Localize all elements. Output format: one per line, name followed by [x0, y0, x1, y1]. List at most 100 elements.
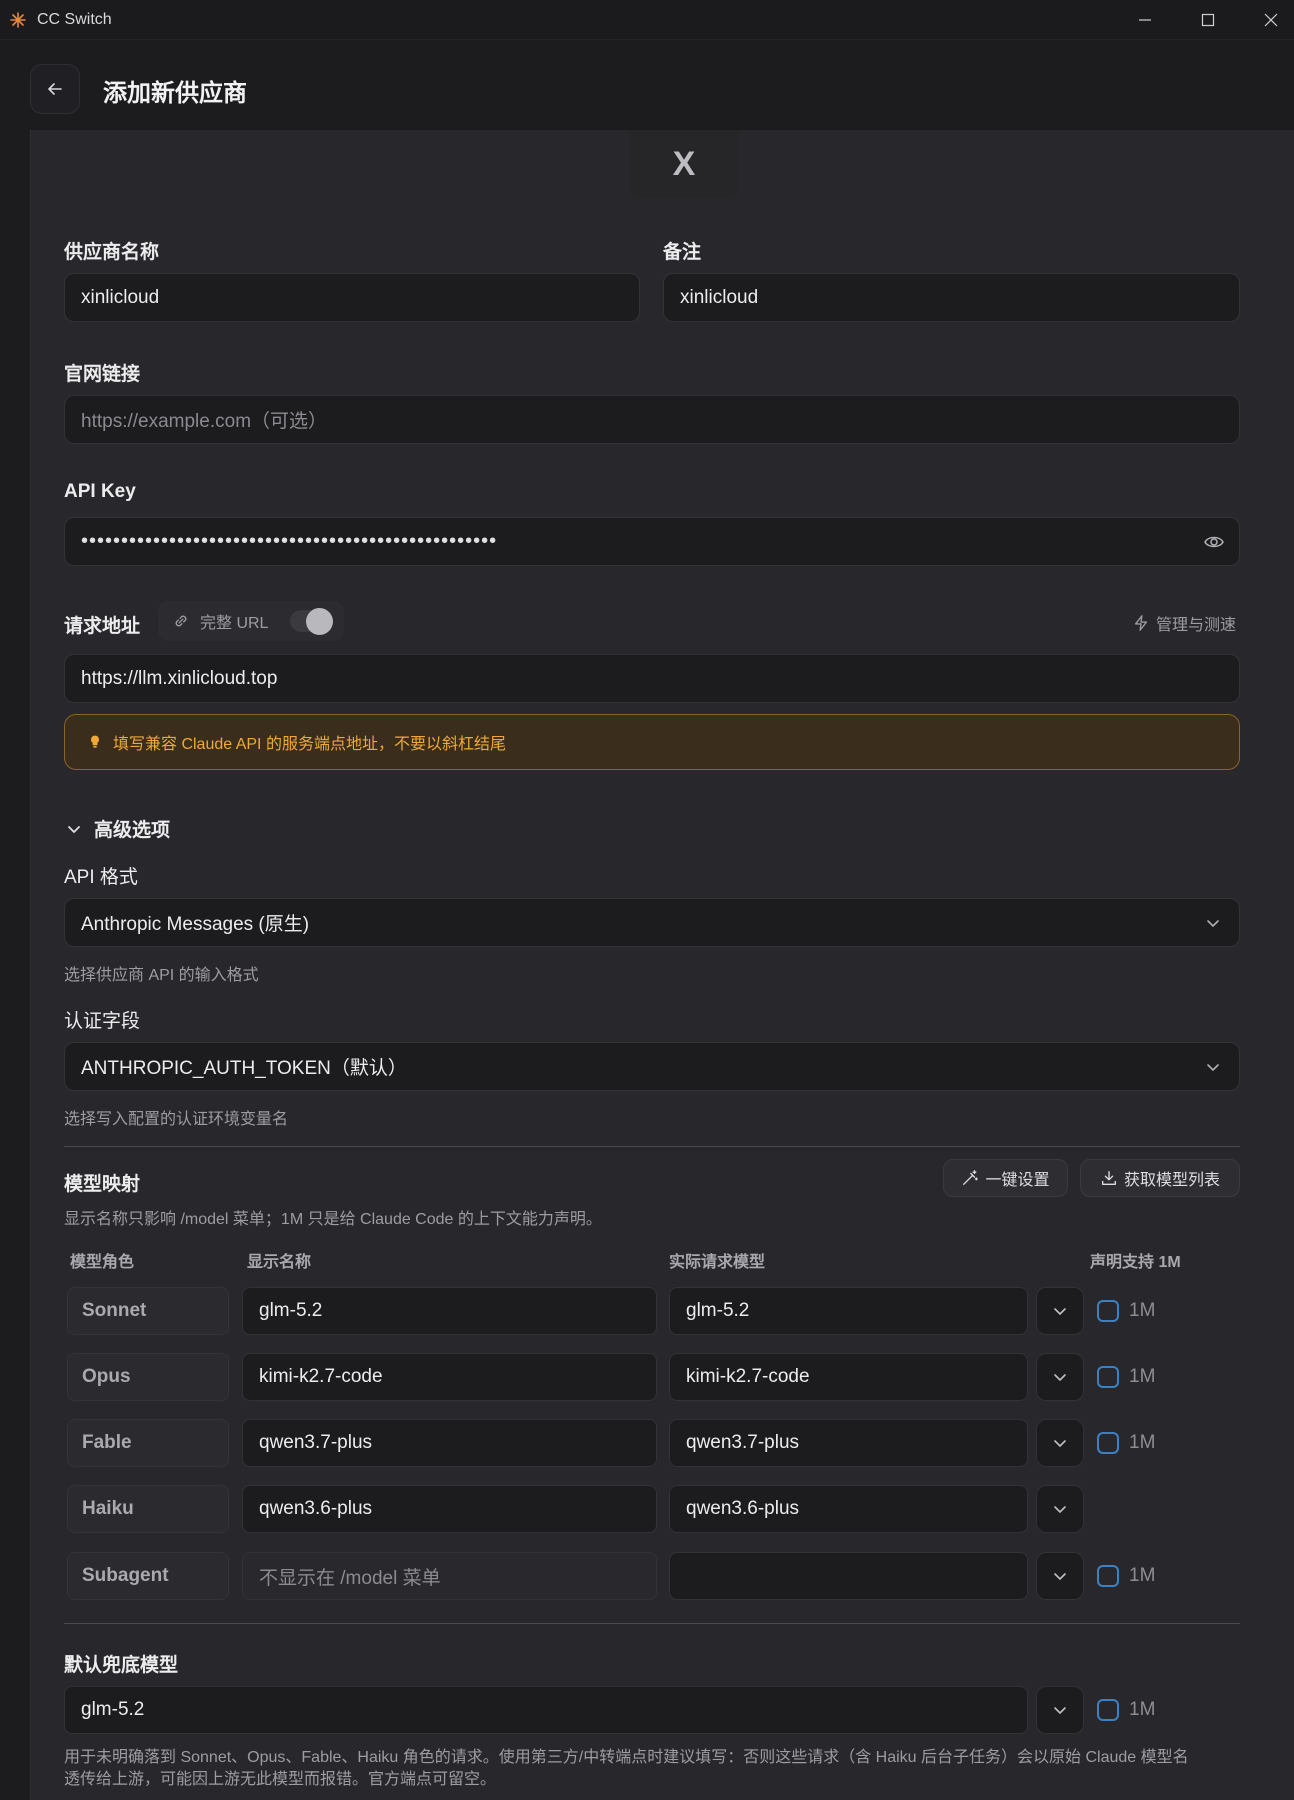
display-name-input-subagent[interactable]: 不显示在 /model 菜单 [242, 1552, 657, 1600]
model-input-fable[interactable]: qwen3.7-plus [669, 1419, 1028, 1467]
website-label: 官网链接 [64, 364, 141, 385]
display-name-input-haiku[interactable]: qwen3.6-plus [242, 1485, 657, 1533]
auth-field-hint: 选择写入配置的认证环境变量名 [64, 1111, 289, 1128]
endpoint-warning: 填写兼容 Claude API 的服务端点地址，不要以斜杠结尾 [64, 714, 1240, 770]
page-title: 添加新供应商 [103, 80, 247, 107]
chevron-down-icon [1054, 1573, 1066, 1581]
fallback-hint: 用于未明确落到 Sonnet、Opus、Fable、Haiku 角色的请求。使用… [64, 1747, 1264, 1791]
one-click-setup-button[interactable]: 一键设置 [943, 1159, 1068, 1197]
role-haiku: Haiku [67, 1485, 229, 1533]
api-key-label: API Key [64, 481, 136, 502]
fetch-model-list-button[interactable]: 获取模型列表 [1080, 1159, 1240, 1197]
notes-input[interactable]: xinlicloud [663, 273, 1240, 322]
support-1m-label-opus: 1M [1129, 1366, 1156, 1387]
fallback-model-input[interactable]: glm-5.2 [64, 1686, 1028, 1734]
support-1m-checkbox-subagent[interactable] [1097, 1565, 1119, 1587]
display-name-input-fable[interactable]: qwen3.7-plus [242, 1419, 657, 1467]
chevron-down-icon [1054, 1308, 1066, 1316]
model-input-sonnet[interactable]: glm-5.2 [669, 1287, 1028, 1335]
full-url-toggle-group: 完整 URL [158, 601, 344, 641]
minimize-icon [1139, 19, 1151, 21]
model-mapping-title: 模型映射 [64, 1174, 141, 1195]
lightbulb-icon [91, 735, 99, 748]
section-divider [64, 1146, 1240, 1147]
api-format-hint: 选择供应商 API 的输入格式 [64, 967, 259, 984]
chevron-down-icon [68, 825, 80, 833]
manage-speedtest-label: 管理与测速 [1156, 617, 1237, 634]
chevron-down-icon [1054, 1707, 1066, 1715]
provider-logo-letter: X [672, 144, 696, 183]
back-button[interactable] [30, 64, 80, 114]
model-dropdown-haiku[interactable] [1036, 1485, 1084, 1533]
eye-icon[interactable] [1203, 532, 1225, 552]
display-name-input-sonnet[interactable]: glm-5.2 [242, 1287, 657, 1335]
model-input-opus[interactable]: kimi-k2.7-code [669, 1353, 1028, 1401]
maximize-button[interactable] [1185, 6, 1231, 34]
maximize-icon [1201, 13, 1215, 27]
api-key-input[interactable]: ••••••••••••••••••••••••••••••••••••••••… [64, 517, 1240, 566]
support-1m-checkbox-fable[interactable] [1097, 1432, 1119, 1454]
toggle-knob [306, 608, 333, 635]
support-1m-checkbox-opus[interactable] [1097, 1366, 1119, 1388]
column-header-1m: 声明支持 1M [1090, 1254, 1181, 1271]
model-dropdown-sonnet[interactable] [1036, 1287, 1084, 1335]
api-format-select[interactable]: Anthropic Messages (原生) [64, 898, 1240, 947]
link-icon [175, 615, 187, 627]
close-icon [1264, 13, 1278, 27]
magic-wand-icon [963, 1170, 979, 1185]
section-divider [64, 1623, 1240, 1624]
provider-logo: X [629, 130, 739, 198]
chevron-down-icon [1054, 1374, 1066, 1382]
provider-name-label: 供应商名称 [64, 242, 160, 263]
window-titlebar: CC Switch [0, 0, 1294, 40]
column-header-display: 显示名称 [247, 1254, 312, 1271]
fallback-model-label: 默认兜底模型 [64, 1655, 179, 1676]
fallback-model-dropdown[interactable] [1036, 1686, 1084, 1734]
support-1m-label-sonnet: 1M [1129, 1300, 1156, 1321]
column-header-model: 实际请求模型 [669, 1254, 766, 1271]
api-format-value: Anthropic Messages (原生) [81, 914, 310, 935]
chevron-down-icon [1054, 1440, 1066, 1448]
model-input-haiku[interactable]: qwen3.6-plus [669, 1485, 1028, 1533]
model-dropdown-opus[interactable] [1036, 1353, 1084, 1401]
app-logo-icon [10, 12, 26, 28]
column-header-role: 模型角色 [70, 1254, 135, 1271]
minimize-button[interactable] [1122, 6, 1168, 34]
role-opus: Opus [67, 1353, 229, 1401]
model-dropdown-fable[interactable] [1036, 1419, 1084, 1467]
advanced-toggle-label: 高级选项 [94, 820, 171, 841]
api-format-label: API 格式 [64, 867, 138, 888]
manage-speedtest-link[interactable]: 管理与测速 [1132, 611, 1236, 635]
full-url-toggle[interactable] [290, 608, 333, 635]
display-name-input-opus[interactable]: kimi-k2.7-code [242, 1353, 657, 1401]
model-input-subagent[interactable] [669, 1552, 1028, 1600]
close-window-button[interactable] [1248, 6, 1294, 34]
website-input[interactable]: https://example.com（可选） [64, 395, 1240, 444]
fallback-hint-line-1: 用于未明确落到 Sonnet、Opus、Fable、Haiku 角色的请求。使用… [64, 1749, 1189, 1766]
role-sonnet: Sonnet [67, 1287, 229, 1335]
chevron-down-icon [1054, 1506, 1066, 1514]
lightning-icon [1134, 615, 1148, 631]
fetch-model-list-label: 获取模型列表 [1123, 1172, 1220, 1189]
endpoint-warning-text: 填写兼容 Claude API 的服务端点地址，不要以斜杠结尾 [113, 736, 506, 753]
auth-field-select[interactable]: ANTHROPIC_AUTH_TOKEN（默认） [64, 1042, 1240, 1091]
support-1m-label-subagent: 1M [1129, 1565, 1156, 1586]
fallback-hint-line-2: 透传给上游，可能因上游无此模型而报错。官方端点可留空。 [64, 1771, 497, 1788]
support-1m-label-fable: 1M [1129, 1432, 1156, 1453]
endpoint-input[interactable]: https://llm.xinlicloud.top [64, 654, 1240, 703]
page-header: 添加新供应商 [0, 40, 1294, 130]
fallback-support-1m-checkbox[interactable] [1097, 1699, 1119, 1721]
fallback-support-1m-label: 1M [1129, 1699, 1156, 1720]
model-dropdown-subagent[interactable] [1036, 1552, 1084, 1600]
support-1m-checkbox-sonnet[interactable] [1097, 1300, 1119, 1322]
role-subagent: Subagent [67, 1552, 229, 1600]
provider-name-input[interactable]: xinlicloud [64, 273, 640, 322]
model-mapping-subtitle: 显示名称只影响 /model 菜单；1M 只是给 Claude Code 的上下… [64, 1211, 602, 1228]
chevron-down-icon [1207, 1064, 1219, 1072]
download-icon [1102, 1171, 1116, 1185]
notes-label: 备注 [663, 242, 702, 263]
advanced-toggle[interactable]: 高级选项 [66, 815, 170, 842]
chevron-down-icon [1207, 920, 1219, 928]
auth-field-label: 认证字段 [64, 1011, 141, 1032]
full-url-label: 完整 URL [200, 615, 269, 632]
